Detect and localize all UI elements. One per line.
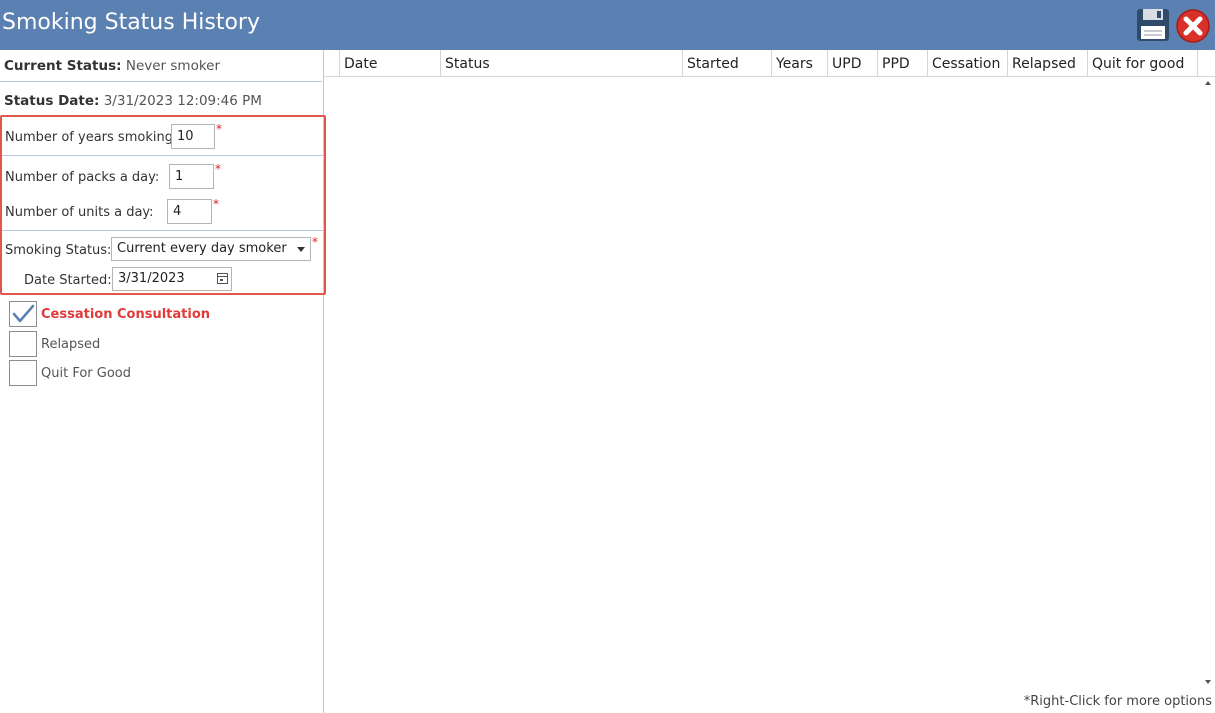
checkbox-relapsed[interactable]: Relapsed — [9, 331, 309, 357]
date-started-value: 3/31/2023 — [118, 271, 185, 286]
save-icon — [1137, 9, 1169, 41]
chevron-down-icon — [297, 247, 305, 252]
checkbox-label: Cessation Consultation — [41, 307, 211, 322]
required-marker: * — [213, 197, 219, 211]
units-per-day-input[interactable] — [167, 199, 212, 224]
checkbox-quit-for-good[interactable]: Quit For Good — [9, 360, 309, 386]
checkbox-label: Quit For Good — [41, 366, 131, 381]
packs-per-day-input[interactable] — [169, 164, 214, 189]
years-smoking-input[interactable] — [171, 124, 215, 149]
close-button[interactable] — [1175, 8, 1211, 44]
column-header-ppd[interactable]: PPD — [877, 50, 927, 77]
divider — [0, 81, 322, 82]
units-label: Number of units a day: — [5, 205, 154, 220]
status-date-label: Status Date: — [4, 93, 100, 109]
checkbox-label: Relapsed — [41, 337, 101, 352]
required-marker: * — [216, 122, 222, 136]
save-button[interactable] — [1135, 7, 1171, 43]
smoking-status-label: Smoking Status: — [5, 243, 112, 258]
title-bar: Smoking Status History — [0, 0, 1215, 50]
divider — [2, 155, 324, 156]
grid-header: Date Status Started Years UPD PPD Cessat… — [324, 50, 1215, 77]
column-header-cessation[interactable]: Cessation — [927, 50, 1007, 77]
window-title: Smoking Status History — [2, 10, 260, 35]
status-date-value: 3/31/2023 12:09:46 PM — [103, 93, 262, 109]
current-status-value: Never smoker — [125, 58, 221, 74]
current-status: Current Status: Never smoker — [4, 58, 220, 74]
date-started-label: Date Started: — [24, 273, 112, 288]
date-started-picker[interactable]: 3/31/2023 — [112, 267, 232, 291]
required-marker: * — [215, 162, 221, 176]
smoking-status-value: Current every day smoker — [117, 241, 287, 256]
smoking-status-select[interactable]: Current every day smoker — [111, 237, 311, 261]
right-click-hint: *Right-Click for more options — [1023, 694, 1212, 709]
column-header-relapsed[interactable]: Relapsed — [1007, 50, 1087, 77]
scroll-up-arrow-icon[interactable] — [1205, 81, 1211, 85]
column-header-started[interactable]: Started — [682, 50, 771, 77]
checkbox-box[interactable] — [9, 360, 37, 386]
close-icon — [1176, 9, 1210, 43]
years-label: Number of years smoking: — [5, 130, 178, 145]
current-status-label: Current Status: — [4, 58, 122, 74]
column-header-upd[interactable]: UPD — [827, 50, 877, 77]
column-header-years[interactable]: Years — [771, 50, 827, 77]
status-date: Status Date: 3/31/2023 12:09:46 PM — [4, 93, 262, 109]
scroll-down-arrow-icon[interactable] — [1205, 680, 1211, 684]
column-header-status[interactable]: Status — [440, 50, 682, 77]
history-grid: Date Status Started Years UPD PPD Cessat… — [324, 50, 1215, 713]
smoking-form-group: Number of years smoking: * Number of pac… — [0, 115, 326, 295]
checkbox-cessation-consultation[interactable]: Cessation Consultation — [9, 301, 309, 327]
required-marker: * — [312, 235, 318, 249]
checkbox-box[interactable] — [9, 331, 37, 357]
packs-label: Number of packs a day: — [5, 170, 160, 185]
divider — [2, 230, 324, 231]
checkbox-box[interactable] — [9, 301, 37, 327]
left-panel: Current Status: Never smoker Status Date… — [0, 50, 326, 713]
calendar-icon[interactable] — [217, 273, 228, 284]
column-header-date[interactable]: Date — [339, 50, 440, 77]
checkmark-icon — [12, 304, 35, 323]
column-header-quit-for-good[interactable]: Quit for good — [1087, 50, 1198, 77]
